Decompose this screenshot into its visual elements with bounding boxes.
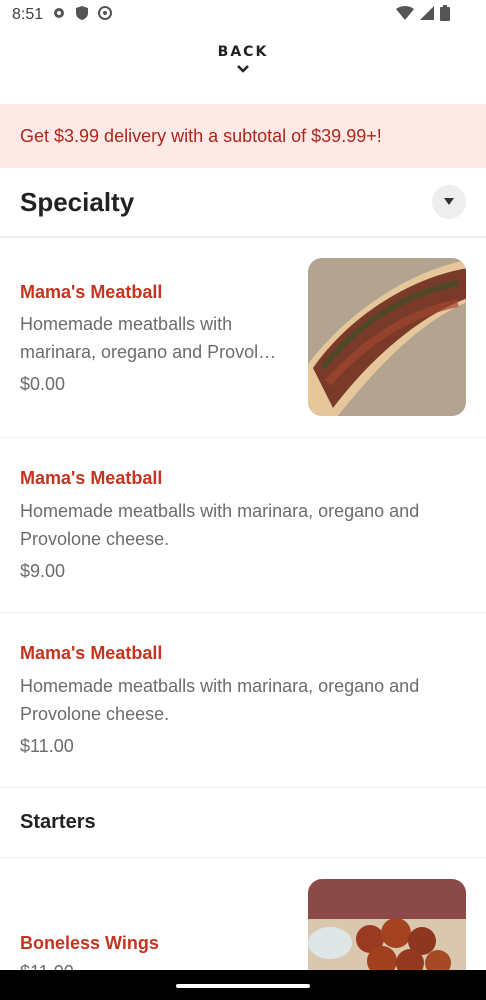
menu-item[interactable]: Mama's Meatball Homemade meatballs with … xyxy=(0,238,486,438)
menu-item[interactable]: Boneless Wings $11.00 xyxy=(0,858,486,970)
boneless-wings-image xyxy=(308,879,466,970)
signal-icon xyxy=(420,5,434,25)
shield-icon xyxy=(75,5,89,26)
item-name: Boneless Wings xyxy=(20,933,159,953)
item-description: Homemade meatballs with marinara, oregan… xyxy=(20,676,420,724)
status-bar: 8:51 xyxy=(0,0,486,30)
item-price: $9.00 xyxy=(20,561,66,581)
settings-gear-icon xyxy=(51,5,67,26)
section-header-starters[interactable]: Starters xyxy=(0,788,486,858)
chevron-down-icon xyxy=(0,62,486,78)
section-title: Specialty xyxy=(20,186,135,217)
promo-banner: Get $3.99 delivery with a subtotal of $3… xyxy=(0,104,486,168)
item-name: Mama's Meatball xyxy=(20,468,163,488)
caret-down-icon xyxy=(444,198,454,205)
section-header[interactable]: Specialty xyxy=(0,168,486,238)
promo-text: Get $3.99 delivery with a subtotal of $3… xyxy=(20,125,382,146)
menu-item[interactable]: Mama's Meatball Homemade meatballs with … xyxy=(0,613,486,788)
item-name: Mama's Meatball xyxy=(20,643,163,663)
back-button[interactable]: BACK xyxy=(0,44,486,78)
item-description: Homemade meatballs with marinara, oregan… xyxy=(20,314,277,362)
section-title: Starters xyxy=(20,811,96,833)
item-description: Homemade meatballs with marinara, oregan… xyxy=(20,501,420,549)
home-gesture-handle[interactable] xyxy=(176,984,310,988)
debug-gear-icon xyxy=(97,5,113,26)
menu-item[interactable]: Mama's Meatball Homemade meatballs with … xyxy=(0,438,486,613)
status-time: 8:51 xyxy=(12,6,44,23)
item-price: $0.00 xyxy=(20,374,66,394)
back-label: BACK xyxy=(217,44,269,60)
system-navigation-bar xyxy=(0,970,486,1000)
item-price: $11.00 xyxy=(20,962,74,970)
wifi-icon xyxy=(396,5,414,25)
meatball-sandwich-image xyxy=(308,258,466,416)
item-price: $11.00 xyxy=(20,736,74,756)
collapse-toggle-button[interactable] xyxy=(432,185,466,219)
battery-icon xyxy=(440,4,450,26)
item-name: Mama's Meatball xyxy=(20,282,163,302)
